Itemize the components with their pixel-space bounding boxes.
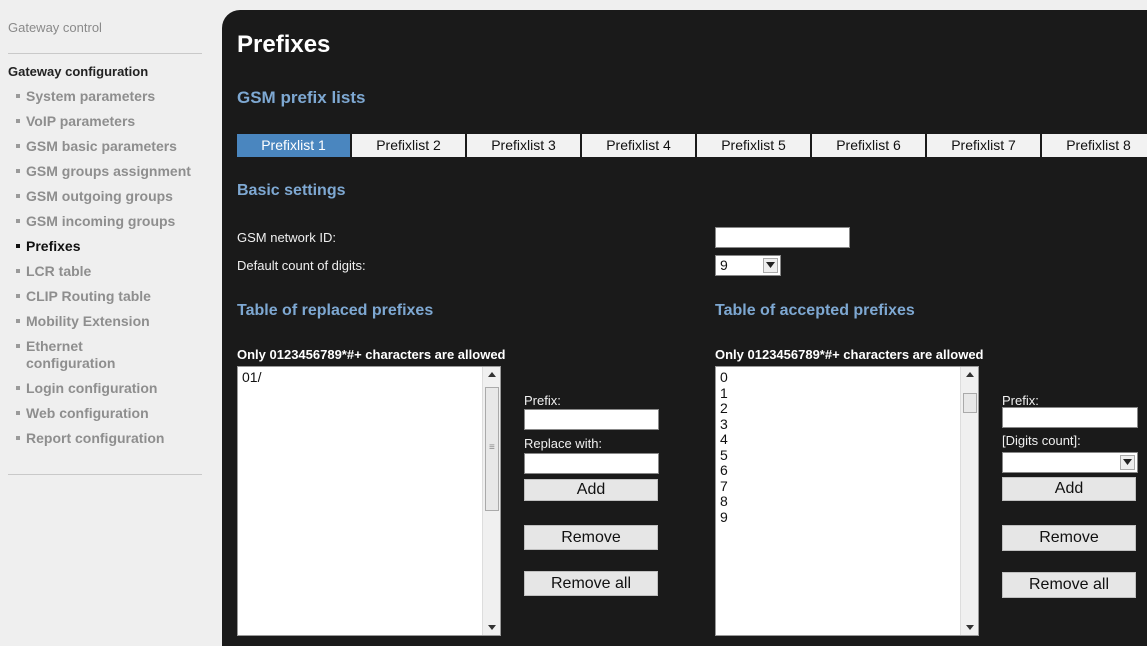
accepted-prefix-label: Prefix:	[1002, 393, 1039, 408]
scroll-up-icon[interactable]	[966, 372, 974, 377]
default-digits-value: 9	[720, 257, 728, 273]
accepted-prefixes-items: 0123456789	[720, 369, 974, 526]
list-item[interactable]: 1	[720, 385, 974, 402]
replaced-remove-all-button[interactable]: Remove all	[524, 571, 658, 596]
accepted-prefixes-title: Table of accepted prefixes	[715, 302, 915, 319]
sidebar-item-mobility-extension[interactable]: Mobility Extension	[16, 313, 216, 330]
replace-with-input[interactable]	[524, 453, 659, 474]
accepted-remove-all-button[interactable]: Remove all	[1002, 572, 1136, 598]
page-title: Prefixes	[237, 31, 331, 58]
list-item[interactable]: 9	[720, 509, 974, 526]
list-item[interactable]: 01/	[242, 369, 496, 386]
tab-prefixlist-8[interactable]: Prefixlist 8	[1042, 134, 1147, 157]
sidebar-item-gsm-outgoing-groups[interactable]: GSM outgoing groups	[16, 188, 216, 205]
sidebar-divider	[8, 474, 202, 475]
tab-prefixlist-5[interactable]: Prefixlist 5	[697, 134, 810, 157]
tab-prefixlist-4[interactable]: Prefixlist 4	[582, 134, 695, 157]
replaced-prefixes-title: Table of replaced prefixes	[237, 302, 434, 319]
default-digits-select[interactable]: 9	[715, 255, 781, 276]
sidebar-item-web-configuration[interactable]: Web configuration	[16, 405, 216, 422]
accepted-prefixes-list[interactable]: 0123456789	[715, 366, 979, 636]
list-item[interactable]: 3	[720, 416, 974, 433]
sidebar-item-voip-parameters[interactable]: VoIP parameters	[16, 113, 216, 130]
replaced-prefixes-list[interactable]: 01/ ≡	[237, 366, 501, 636]
tab-prefixlist-2[interactable]: Prefixlist 2	[352, 134, 465, 157]
sidebar-divider	[8, 53, 202, 54]
sidebar-section-title[interactable]: Gateway configuration	[8, 64, 148, 79]
digits-count-label: [Digits count]:	[1002, 433, 1081, 448]
accepted-remove-button[interactable]: Remove	[1002, 525, 1136, 551]
list-item[interactable]: 5	[720, 447, 974, 464]
sidebar-item-gsm-incoming-groups[interactable]: GSM incoming groups	[16, 213, 216, 230]
replaced-prefix-input[interactable]	[524, 409, 659, 430]
sidebar-item-prefixes[interactable]: Prefixes	[16, 238, 216, 255]
sidebar-menu: System parameters VoIP parameters GSM basi…	[16, 88, 216, 455]
default-digits-label: Default count of digits:	[237, 258, 366, 273]
accepted-prefix-input[interactable]	[1002, 407, 1138, 428]
scroll-down-icon[interactable]	[966, 625, 974, 630]
scrollbar[interactable]	[960, 367, 978, 635]
chevron-down-icon[interactable]	[1120, 455, 1135, 470]
section-subtitle: GSM prefix lists	[237, 88, 366, 107]
accepted-prefixes-hint: Only 0123456789*#+ characters are allowe…	[715, 347, 984, 362]
scroll-down-icon[interactable]	[488, 625, 496, 630]
sidebar-item-gsm-basic-parameters[interactable]: GSM basic parameters	[16, 138, 216, 155]
sidebar-item-report-configuration[interactable]: Report configuration	[16, 430, 216, 447]
scroll-up-icon[interactable]	[488, 372, 496, 377]
sidebar-item-system-parameters[interactable]: System parameters	[16, 88, 216, 105]
chevron-down-icon[interactable]	[763, 258, 778, 273]
list-item[interactable]: 6	[720, 462, 974, 479]
sidebar-item-login-configuration[interactable]: Login configuration	[16, 380, 216, 397]
scrollbar-thumb[interactable]	[963, 393, 977, 413]
sidebar-item-lcr-table[interactable]: LCR table	[16, 263, 216, 280]
list-item[interactable]: 2	[720, 400, 974, 417]
list-item[interactable]: 0	[720, 369, 974, 386]
scrollbar[interactable]: ≡	[482, 367, 500, 635]
replace-with-label: Replace with:	[524, 436, 603, 451]
prefixlist-tabs: Prefixlist 1 Prefixlist 2 Prefixlist 3 Pref…	[237, 134, 1147, 157]
list-item[interactable]: 8	[720, 493, 974, 510]
replaced-add-button[interactable]: Add	[524, 479, 658, 501]
grip-icon: ≡	[489, 442, 495, 453]
replaced-prefixes-items: 01/	[242, 369, 496, 386]
main-panel: Prefixes GSM prefix lists Prefixlist 1 Pr…	[222, 10, 1147, 646]
sidebar-item-gsm-groups-assignment[interactable]: GSM groups assignment	[16, 163, 216, 180]
sidebar-item-ethernet-configuration[interactable]: Ethernet configuration	[16, 338, 156, 372]
network-id-input[interactable]	[715, 227, 850, 248]
tab-prefixlist-6[interactable]: Prefixlist 6	[812, 134, 925, 157]
tab-prefixlist-7[interactable]: Prefixlist 7	[927, 134, 1040, 157]
basic-settings-title: Basic settings	[237, 182, 346, 199]
tab-prefixlist-1[interactable]: Prefixlist 1	[237, 134, 350, 157]
accepted-add-button[interactable]: Add	[1002, 477, 1136, 501]
tab-prefixlist-3[interactable]: Prefixlist 3	[467, 134, 580, 157]
replaced-prefix-label: Prefix:	[524, 393, 561, 408]
sidebar-item-clip-routing-table[interactable]: CLIP Routing table	[16, 288, 216, 305]
digits-count-select[interactable]	[1002, 452, 1138, 473]
scrollbar-thumb[interactable]: ≡	[485, 387, 499, 511]
sidebar: Gateway control Gateway configuration Sy…	[0, 0, 222, 646]
list-item[interactable]: 4	[720, 431, 974, 448]
replaced-prefixes-hint: Only 0123456789*#+ characters are allowe…	[237, 347, 506, 362]
gateway-control-link[interactable]: Gateway control	[8, 20, 102, 35]
list-item[interactable]: 7	[720, 478, 974, 495]
network-id-label: GSM network ID:	[237, 230, 336, 245]
replaced-remove-button[interactable]: Remove	[524, 525, 658, 550]
